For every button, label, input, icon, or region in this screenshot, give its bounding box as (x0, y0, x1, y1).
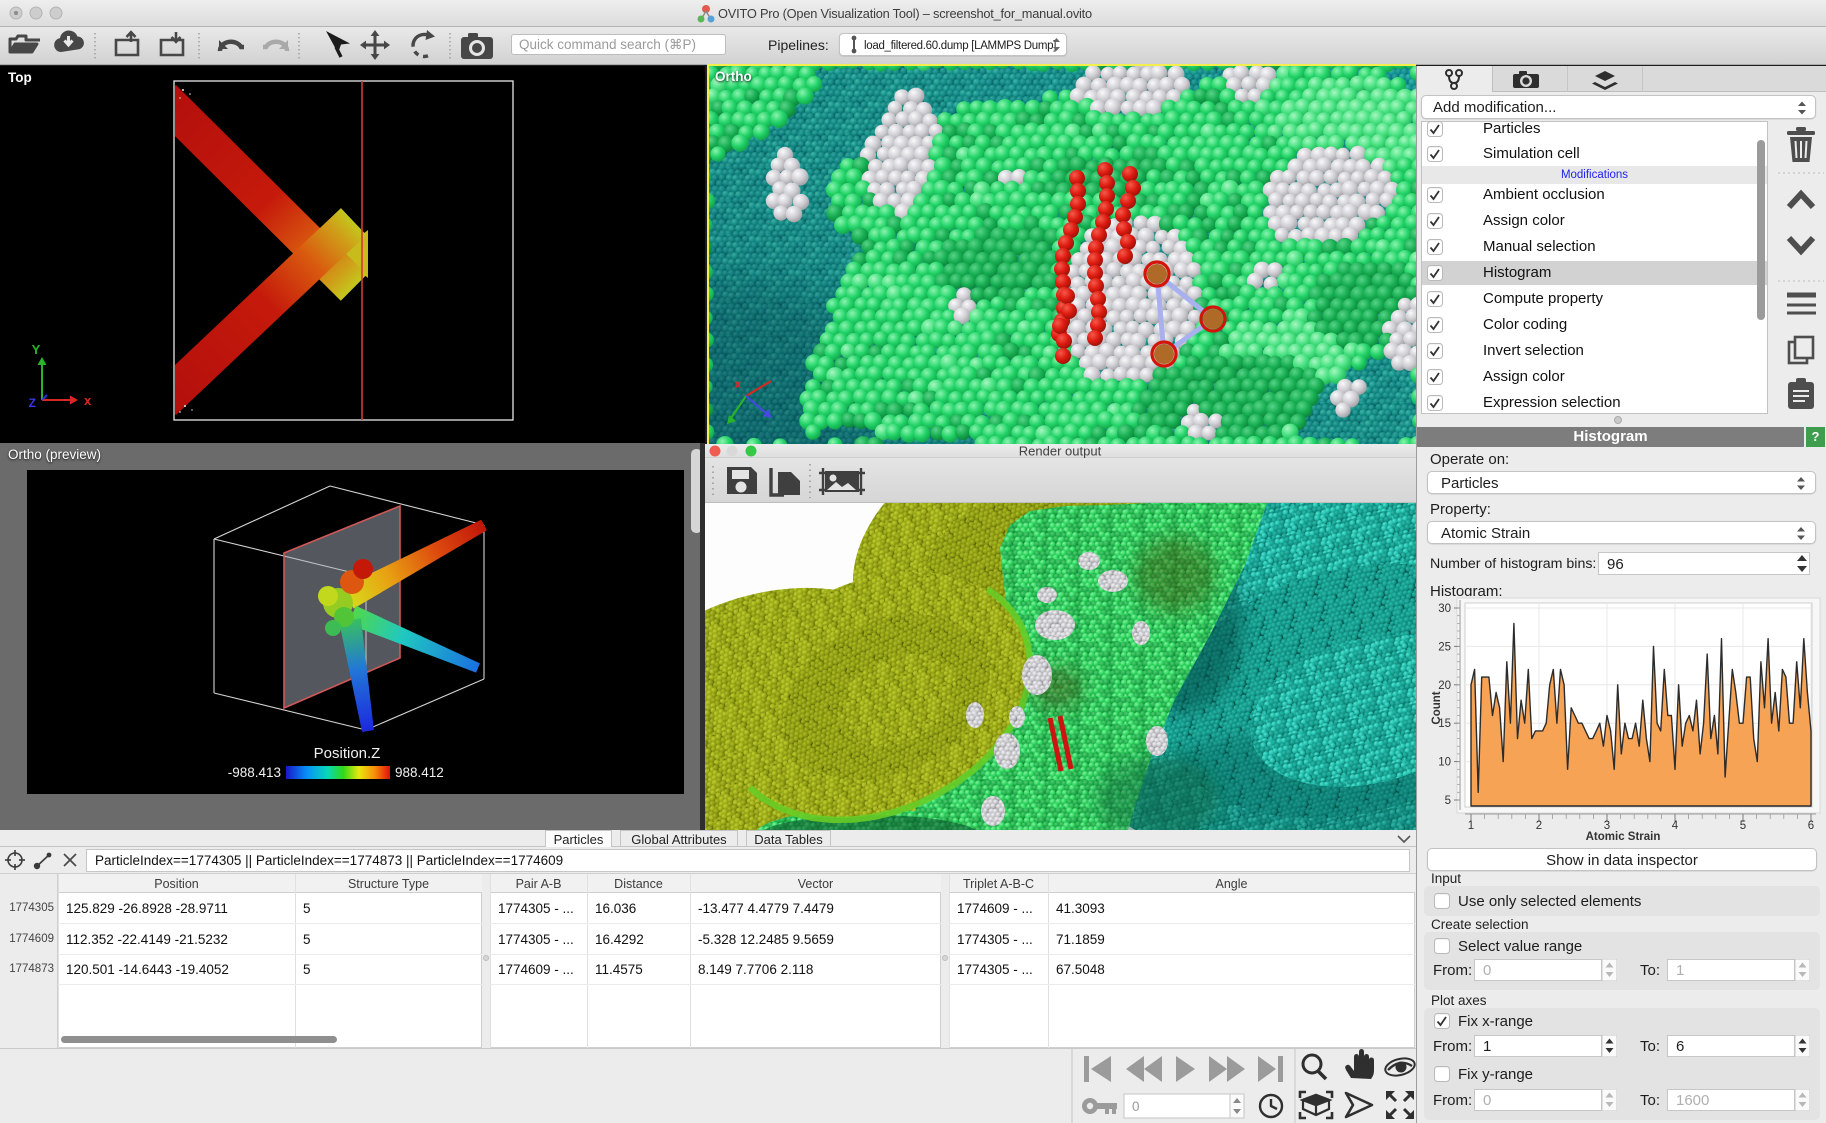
svg-text:load_filtered.60.dump [LAMMPS: load_filtered.60.dump [LAMMPS Dump] (864, 40, 1056, 52)
svg-text:30: 30 (1438, 603, 1451, 615)
svg-text:20: 20 (1438, 680, 1451, 692)
svg-text:10: 10 (1438, 757, 1451, 769)
svg-text:Y: Y (32, 342, 41, 357)
svg-text:-988.413: -988.413 (228, 765, 281, 780)
svg-text:25: 25 (1438, 641, 1451, 653)
svg-text:OVITO Pro (Open Visualization: OVITO Pro (Open Visualization Tool) – sc… (718, 6, 1092, 21)
svg-text:Position.Z: Position.Z (314, 745, 381, 762)
svg-text:Count: Count (1431, 691, 1443, 724)
svg-text:x: x (734, 377, 741, 391)
svg-text:988.412: 988.412 (395, 765, 444, 780)
svg-text:Render output: Render output (1019, 444, 1102, 458)
svg-text:x: x (84, 393, 92, 408)
svg-text:0: 0 (1132, 1099, 1140, 1114)
svg-text:Z: Z (29, 396, 36, 410)
svg-text:5: 5 (1445, 795, 1451, 807)
